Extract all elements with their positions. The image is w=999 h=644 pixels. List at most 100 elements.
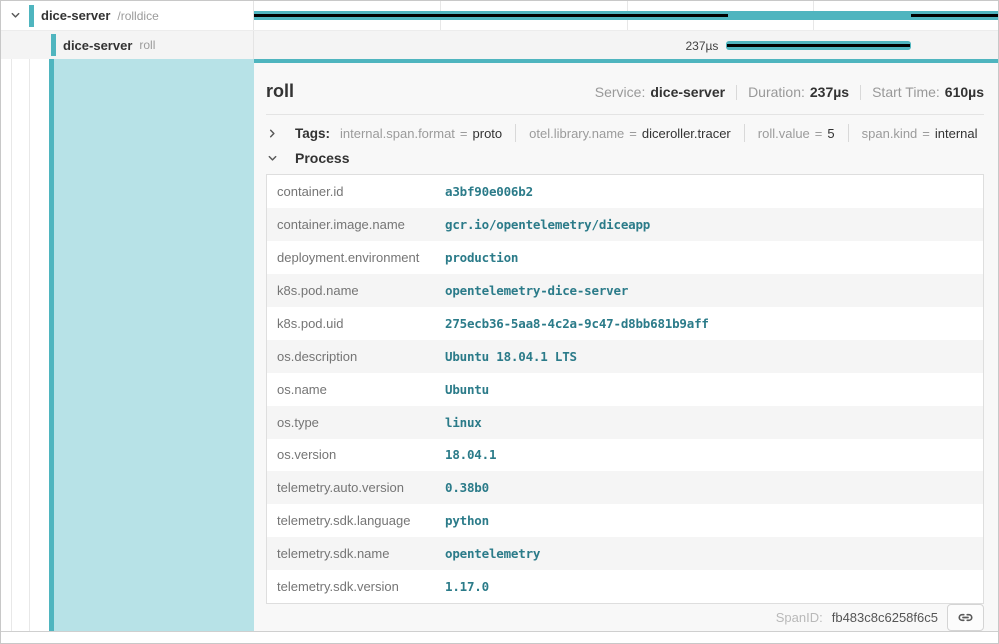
indent-guide — [11, 59, 12, 631]
table-row: telemetry.sdk.name opentelemetry — [267, 537, 983, 570]
process-value: Ubuntu — [445, 382, 489, 397]
table-row: os.description Ubuntu 18.04.1 LTS — [267, 340, 983, 373]
span-name-cell[interactable]: dice-server roll — [1, 31, 254, 59]
trace-timeline: dice-server /rolldice dice-server roll 2… — [1, 1, 998, 59]
process-value: 1.17.0 — [445, 579, 489, 594]
start-time-value: 610µs — [945, 84, 984, 100]
process-value: 18.04.1 — [445, 447, 496, 462]
process-key: os.version — [277, 447, 445, 462]
duration-label: Duration: — [748, 84, 805, 100]
critical-path-segment — [911, 14, 998, 17]
process-key: os.name — [277, 382, 445, 397]
span-bar-rolldice[interactable] — [254, 11, 998, 20]
table-row: telemetry.auto.version 0.38b0 — [267, 471, 983, 504]
span-tree-gutter — [1, 59, 254, 631]
tag-key: internal.span.format — [340, 126, 455, 141]
process-key: os.description — [277, 349, 445, 364]
service-name: dice-server — [41, 8, 110, 23]
chevron-down-icon[interactable] — [266, 153, 278, 164]
process-key: telemetry.auto.version — [277, 480, 445, 495]
service-value: dice-server — [650, 84, 725, 100]
tags-section-label: Tags: — [295, 126, 330, 141]
tag-value: proto — [473, 126, 503, 141]
service-color-chip — [29, 5, 34, 27]
table-row: os.type linux — [267, 406, 983, 439]
table-row: k8s.pod.name opentelemetry-dice-server — [267, 274, 983, 307]
spanid-label: SpanID: — [776, 610, 823, 625]
process-table: container.id a3bf90e006b2 container.imag… — [266, 174, 984, 604]
table-row: container.image.name gcr.io/opentelemetr… — [267, 208, 983, 241]
span-title: roll — [266, 81, 294, 102]
span-detail-area: roll Service: dice-server Duration: 237µ… — [1, 59, 998, 631]
tag-equals: = — [629, 126, 637, 141]
operation-name: roll — [139, 38, 155, 52]
chevron-down-icon[interactable] — [9, 10, 21, 21]
tag-value: internal — [935, 126, 978, 141]
process-value: a3bf90e006b2 — [445, 184, 533, 199]
process-key: k8s.pod.name — [277, 283, 445, 298]
span-duration-label-wrap: 237µs — [254, 31, 726, 60]
span-duration-label: 237µs — [686, 39, 719, 53]
bottom-strip — [1, 631, 998, 643]
process-value: opentelemetry-dice-server — [445, 283, 628, 298]
operation-name: /rolldice — [117, 9, 158, 23]
tag-item: roll.value = 5 — [758, 126, 835, 141]
span-timeline-cell[interactable]: 237µs — [254, 31, 998, 59]
process-key: telemetry.sdk.version — [277, 579, 445, 594]
process-value: opentelemetry — [445, 546, 540, 561]
tag-divider — [744, 124, 745, 142]
table-row: deployment.environment production — [267, 241, 983, 274]
table-row: container.id a3bf90e006b2 — [267, 175, 983, 208]
process-accordion[interactable]: Process — [266, 150, 984, 166]
process-key: container.image.name — [277, 217, 445, 232]
span-bar-roll[interactable] — [726, 41, 911, 50]
meta-divider — [860, 85, 861, 100]
span-meta: Service: dice-server Duration: 237µs Sta… — [595, 84, 984, 100]
process-value: production — [445, 250, 518, 265]
header-divider — [266, 114, 984, 115]
span-row-rolldice[interactable]: dice-server /rolldice — [1, 1, 998, 30]
tag-divider — [515, 124, 516, 142]
meta-divider — [736, 85, 737, 100]
process-key: container.id — [277, 184, 445, 199]
span-detail-footer: SpanID: fb483c8c6258f6c5 — [266, 604, 984, 631]
tag-equals: = — [460, 126, 468, 141]
process-key: os.type — [277, 415, 445, 430]
tag-value: 5 — [827, 126, 834, 141]
selected-span-highlight — [54, 59, 254, 631]
copy-link-button[interactable] — [947, 604, 984, 631]
tag-divider — [848, 124, 849, 142]
span-detail-panel: roll Service: dice-server Duration: 237µ… — [254, 59, 998, 631]
process-key: deployment.environment — [277, 250, 445, 265]
tag-item: otel.library.name = diceroller.tracer — [529, 126, 731, 141]
process-key: telemetry.sdk.name — [277, 546, 445, 561]
jaeger-trace-timeline-view: dice-server /rolldice dice-server roll 2… — [0, 0, 999, 644]
critical-path-segment — [727, 44, 910, 47]
tag-equals: = — [815, 126, 823, 141]
tag-equals: = — [922, 126, 930, 141]
process-key: k8s.pod.uid — [277, 316, 445, 331]
service-name: dice-server — [63, 38, 132, 53]
table-row: os.version 18.04.1 — [267, 439, 983, 472]
tag-key: span.kind — [862, 126, 918, 141]
indent-guide — [29, 59, 30, 631]
service-label: Service: — [595, 84, 646, 100]
process-value: 0.38b0 — [445, 480, 489, 495]
process-value: 275ecb36-5aa8-4c2a-9c47-d8bb681b9aff — [445, 316, 709, 331]
span-detail-header: roll Service: dice-server Duration: 237µ… — [266, 81, 984, 102]
process-value: linux — [445, 415, 482, 430]
critical-path-segment — [254, 14, 728, 17]
span-timeline-cell[interactable] — [254, 1, 998, 30]
table-row: telemetry.sdk.language python — [267, 504, 983, 537]
span-name-cell[interactable]: dice-server /rolldice — [1, 1, 254, 30]
tag-value: diceroller.tracer — [642, 126, 731, 141]
span-row-roll[interactable]: dice-server roll 237µs — [1, 30, 998, 59]
chevron-right-icon[interactable] — [266, 128, 278, 139]
process-value: gcr.io/opentelemetry/diceapp — [445, 217, 650, 232]
process-section-label: Process — [295, 150, 349, 166]
table-row: os.name Ubuntu — [267, 373, 983, 406]
start-time-label: Start Time: — [872, 84, 940, 100]
tag-key: roll.value — [758, 126, 810, 141]
process-key: telemetry.sdk.language — [277, 513, 445, 528]
tags-accordion[interactable]: Tags: internal.span.format = proto otel.… — [266, 124, 984, 142]
